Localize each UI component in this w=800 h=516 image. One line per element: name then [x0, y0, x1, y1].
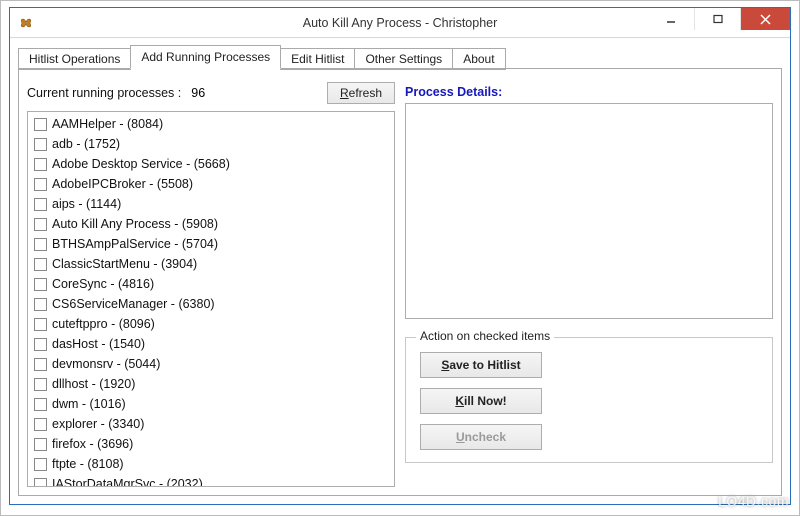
list-item[interactable]: AdobeIPCBroker - (5508): [30, 174, 392, 194]
checkbox-icon[interactable]: [34, 418, 47, 431]
window-controls: [648, 8, 790, 37]
list-item[interactable]: cuteftppro - (8096): [30, 314, 392, 334]
list-item-label: adb - (1752): [52, 135, 120, 153]
checkbox-icon[interactable]: [34, 138, 47, 151]
tab-panel: Current running processes : 96 Refresh A…: [18, 68, 782, 496]
list-item-label: ClassicStartMenu - (3904): [52, 255, 197, 273]
tab-add-running-processes[interactable]: Add Running Processes: [130, 45, 281, 69]
list-item[interactable]: CoreSync - (4816): [30, 274, 392, 294]
list-item[interactable]: dllhost - (1920): [30, 374, 392, 394]
left-column: Current running processes : 96 Refresh A…: [27, 81, 395, 487]
checkbox-icon[interactable]: [34, 398, 47, 411]
list-item-label: ftpte - (8108): [52, 455, 124, 473]
list-item-label: IAStorDataMgrSvc - (2032): [52, 475, 203, 486]
checkbox-icon[interactable]: [34, 118, 47, 131]
checkbox-icon[interactable]: [34, 298, 47, 311]
actions-legend: Action on checked items: [416, 329, 554, 343]
list-item[interactable]: adb - (1752): [30, 134, 392, 154]
app-window: Auto Kill Any Process - Christopher Hitl…: [9, 7, 791, 505]
refresh-button[interactable]: Refresh: [327, 82, 395, 104]
list-item[interactable]: Adobe Desktop Service - (5668): [30, 154, 392, 174]
checkbox-icon[interactable]: [34, 158, 47, 171]
checkbox-icon[interactable]: [34, 338, 47, 351]
list-item[interactable]: AAMHelper - (8084): [30, 114, 392, 134]
list-item[interactable]: devmonsrv - (5044): [30, 354, 392, 374]
process-details-label: Process Details:: [405, 85, 773, 99]
list-item[interactable]: ClassicStartMenu - (3904): [30, 254, 392, 274]
titlebar[interactable]: Auto Kill Any Process - Christopher: [10, 8, 790, 38]
kill-now-button[interactable]: Kill Now!: [420, 388, 542, 414]
list-item[interactable]: firefox - (3696): [30, 434, 392, 454]
checkbox-icon[interactable]: [34, 318, 47, 331]
list-item-label: dllhost - (1920): [52, 375, 135, 393]
close-button[interactable]: [740, 8, 790, 30]
list-item-label: Auto Kill Any Process - (5908): [52, 215, 218, 233]
checkbox-icon[interactable]: [34, 218, 47, 231]
list-item-label: devmonsrv - (5044): [52, 355, 160, 373]
process-details-box[interactable]: [405, 103, 773, 319]
tab-other-settings[interactable]: Other Settings: [354, 48, 453, 70]
list-item-label: CS6ServiceManager - (6380): [52, 295, 215, 313]
process-listbox[interactable]: AAMHelper - (8084) adb - (1752) Adobe Desk…: [27, 111, 395, 487]
list-item-label: firefox - (3696): [52, 435, 133, 453]
list-item[interactable]: IAStorDataMgrSvc - (2032): [30, 474, 392, 486]
app-icon: [18, 15, 34, 31]
checkbox-icon[interactable]: [34, 278, 47, 291]
checkbox-icon[interactable]: [34, 478, 47, 487]
list-item-label: dasHost - (1540): [52, 335, 145, 353]
list-item[interactable]: dasHost - (1540): [30, 334, 392, 354]
list-item-label: cuteftppro - (8096): [52, 315, 155, 333]
list-item[interactable]: CS6ServiceManager - (6380): [30, 294, 392, 314]
checkbox-icon[interactable]: [34, 258, 47, 271]
list-item-label: aips - (1144): [52, 195, 121, 213]
actions-fieldset: Action on checked items Save to Hitlist …: [405, 337, 773, 463]
list-item-label: Adobe Desktop Service - (5668): [52, 155, 230, 173]
list-item-label: AdobeIPCBroker - (5508): [52, 175, 193, 193]
process-header: Current running processes : 96 Refresh: [27, 81, 395, 105]
save-to-hitlist-button[interactable]: Save to Hitlist: [420, 352, 542, 378]
tab-hitlist-operations[interactable]: Hitlist Operations: [18, 48, 131, 70]
tab-about[interactable]: About: [452, 48, 505, 70]
checkbox-icon[interactable]: [34, 378, 47, 391]
list-item[interactable]: aips - (1144): [30, 194, 392, 214]
list-item[interactable]: ftpte - (8108): [30, 454, 392, 474]
running-processes-label: Current running processes :: [27, 86, 181, 100]
list-item[interactable]: Auto Kill Any Process - (5908): [30, 214, 392, 234]
window-title: Auto Kill Any Process - Christopher: [303, 16, 498, 30]
checkbox-icon[interactable]: [34, 198, 47, 211]
tabstrip: Hitlist Operations Add Running Processes…: [18, 44, 782, 68]
uncheck-button[interactable]: Uncheck: [420, 424, 542, 450]
list-item-label: BTHSAmpPalService - (5704): [52, 235, 218, 253]
list-item[interactable]: dwm - (1016): [30, 394, 392, 414]
list-item-label: AAMHelper - (8084): [52, 115, 163, 133]
list-item[interactable]: explorer - (3340): [30, 414, 392, 434]
right-column: Process Details: Action on checked items…: [405, 81, 773, 487]
list-item-label: explorer - (3340): [52, 415, 144, 433]
checkbox-icon[interactable]: [34, 358, 47, 371]
maximize-button[interactable]: [694, 8, 740, 30]
minimize-button[interactable]: [648, 8, 694, 30]
checkbox-icon[interactable]: [34, 178, 47, 191]
list-item-label: dwm - (1016): [52, 395, 126, 413]
client-area: Hitlist Operations Add Running Processes…: [10, 38, 790, 504]
checkbox-icon[interactable]: [34, 438, 47, 451]
list-item[interactable]: BTHSAmpPalService - (5704): [30, 234, 392, 254]
checkbox-icon[interactable]: [34, 238, 47, 251]
running-processes-count: 96: [191, 86, 205, 100]
tab-edit-hitlist[interactable]: Edit Hitlist: [280, 48, 355, 70]
list-item-label: CoreSync - (4816): [52, 275, 154, 293]
checkbox-icon[interactable]: [34, 458, 47, 471]
